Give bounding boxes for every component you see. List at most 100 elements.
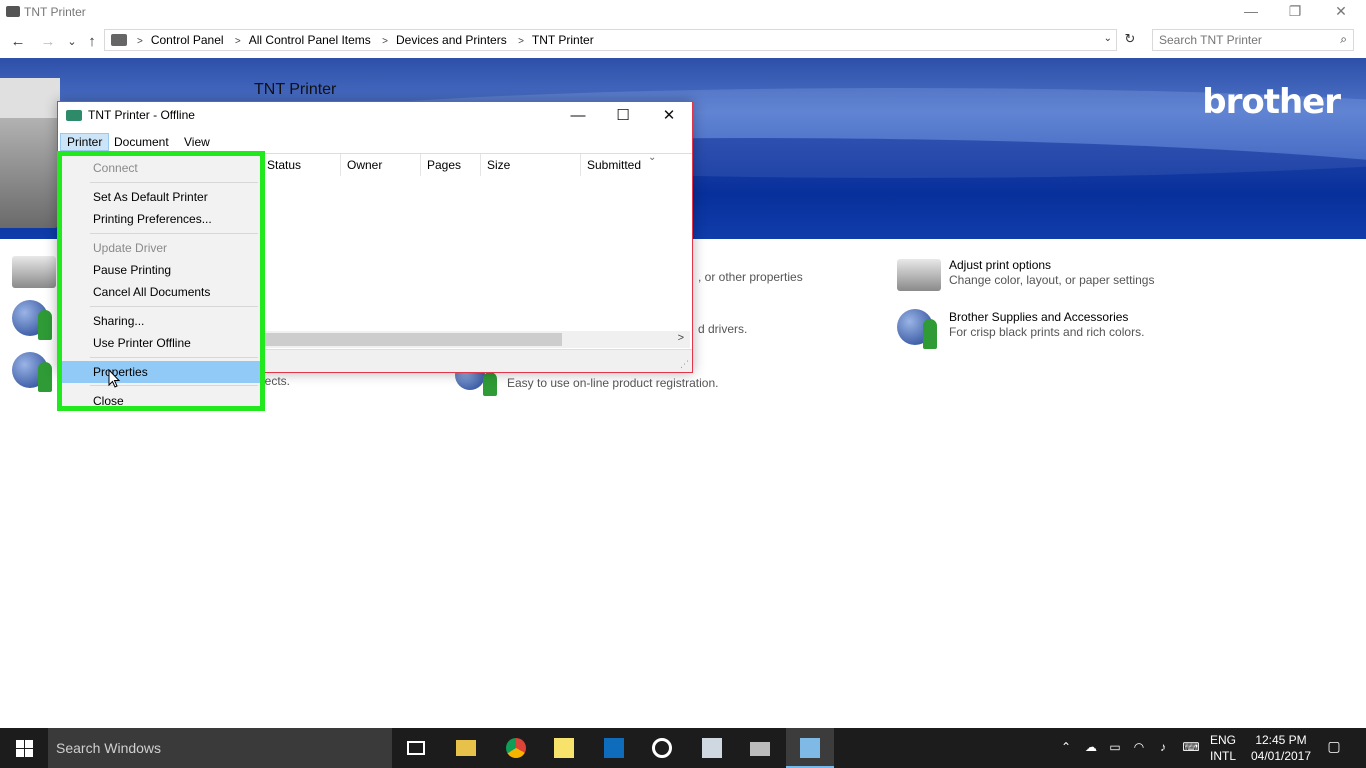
mouse-cursor-icon (108, 369, 121, 388)
task-view-button[interactable] (392, 728, 440, 768)
taskbar-search-placeholder: Search Windows (56, 740, 162, 756)
chrome-button[interactable] (492, 728, 540, 768)
task-description: Change color, layout, or paper settings (949, 273, 1155, 287)
wifi-icon[interactable]: ◠ (1131, 740, 1147, 756)
taskbar-search[interactable]: Search Windows (48, 728, 392, 768)
printer-menu-dropdown: Connect Set As Default Printer Printing … (57, 151, 265, 411)
address-row: ← → ⌄ ↑ > Control Panel > All Control Pane… (0, 27, 1366, 57)
task-view-icon (407, 741, 425, 755)
printer-image (0, 78, 60, 228)
menu-printer[interactable]: Printer (60, 133, 110, 151)
chrome-icon (506, 738, 526, 758)
breadcrumb-tnt-printer[interactable]: TNT Printer (532, 33, 594, 47)
queue-close-button[interactable]: ✕ (646, 104, 692, 128)
scroll-right-icon[interactable]: > (678, 332, 684, 344)
task-name[interactable]: Brother Supplies and Accessories (949, 310, 1128, 324)
column-separator (420, 154, 421, 176)
control-panel-icon (702, 738, 722, 758)
breadcrumb: > Control Panel > All Control Panel Items … (133, 33, 598, 47)
menu-item-use-offline[interactable]: Use Printer Offline (62, 332, 260, 354)
task-name[interactable]: Adjust print options (949, 258, 1051, 272)
queue-minimize-button[interactable]: — (555, 104, 601, 128)
windows-logo-icon (16, 749, 24, 757)
task-desc-partial: jects. (262, 374, 291, 388)
clock[interactable]: 12:45 PM 04/01/2017 (1250, 732, 1312, 764)
menu-view[interactable]: View (178, 133, 216, 151)
control-panel-button[interactable] (688, 728, 736, 768)
windows-logo-icon (16, 740, 24, 748)
search-input[interactable] (1153, 30, 1323, 50)
search-box[interactable]: ⌕ (1152, 29, 1354, 51)
control-panel-icon (111, 34, 127, 46)
queue-menubar: Printer Document View (58, 132, 692, 152)
refresh-icon[interactable]: ↻ (1120, 31, 1140, 51)
notifications-icon[interactable]: ▢ (1320, 738, 1348, 760)
printer-icon (66, 110, 82, 121)
outlook-button[interactable] (590, 728, 638, 768)
queue-maximize-button[interactable]: ☐ (600, 104, 646, 128)
person-icon (38, 362, 52, 392)
person-icon (483, 372, 497, 396)
breadcrumb-all-items[interactable]: All Control Panel Items (249, 33, 371, 47)
person-icon (923, 319, 937, 349)
sticky-notes-icon (554, 738, 574, 758)
column-separator (580, 154, 581, 176)
keyboard-icon[interactable]: ⌨ (1180, 740, 1202, 756)
chevron-right-icon: > (137, 36, 143, 47)
breadcrumb-control-panel[interactable]: Control Panel (151, 33, 224, 47)
input-language[interactable]: ENG INTL (1210, 732, 1236, 764)
clock-time: 12:45 PM (1255, 733, 1307, 747)
recent-locations-button[interactable]: ⌄ (62, 32, 82, 52)
task-brother-supplies[interactable]: Brother Supplies and Accessories For cri… (897, 307, 1217, 349)
task-adjust-print-options[interactable]: Adjust print options Change color, layou… (897, 255, 1217, 295)
back-button[interactable]: ← (8, 32, 28, 52)
lang-code: ENG (1210, 733, 1237, 747)
menu-item-set-default[interactable]: Set As Default Printer (62, 186, 260, 208)
column-owner[interactable]: Owner (347, 158, 382, 172)
devices-printers-taskbar-button[interactable] (786, 728, 834, 768)
printer-taskbar-button[interactable] (736, 728, 784, 768)
menu-item-pause-printing[interactable]: Pause Printing (62, 259, 260, 281)
lang-layout: INTL (1210, 749, 1237, 763)
menu-document[interactable]: Document (108, 133, 175, 151)
address-bar[interactable]: > Control Panel > All Control Panel Items … (104, 29, 1117, 51)
onedrive-icon[interactable]: ☁ (1083, 740, 1099, 756)
column-submitted[interactable]: Submitted (587, 158, 641, 172)
brother-logo: brother (1202, 82, 1341, 122)
show-hidden-icons-icon[interactable]: ⌃ (1058, 740, 1074, 756)
minimize-button[interactable]: — (1228, 0, 1274, 24)
breadcrumb-devices-printers[interactable]: Devices and Printers (396, 33, 507, 47)
column-status[interactable]: Status (267, 158, 301, 172)
windows-logo-icon (25, 749, 33, 757)
groove-button[interactable] (638, 728, 686, 768)
chevron-down-icon[interactable]: ⌄ (1104, 33, 1112, 44)
menu-item-close[interactable]: Close (62, 390, 260, 412)
queue-title: TNT Printer - Offline (88, 108, 195, 122)
close-button[interactable]: ✕ (1318, 0, 1364, 24)
menu-item-properties[interactable]: Properties (62, 361, 260, 383)
banner-title: TNT Printer (254, 81, 337, 98)
volume-icon[interactable]: ♪ (1155, 740, 1171, 756)
outlook-icon (604, 738, 624, 758)
up-button[interactable]: ↑ (82, 32, 102, 52)
forward-button[interactable]: → (38, 32, 58, 52)
column-pages[interactable]: Pages (427, 158, 461, 172)
file-explorer-button[interactable] (442, 728, 490, 768)
menu-item-connect[interactable]: Connect (62, 157, 260, 179)
search-icon[interactable]: ⌕ (1340, 32, 1347, 47)
column-separator (340, 154, 341, 176)
windows-logo-icon (25, 740, 33, 748)
restore-button[interactable]: ❐ (1272, 0, 1318, 24)
menu-item-update-driver[interactable]: Update Driver (62, 237, 260, 259)
battery-icon[interactable]: ▭ (1107, 740, 1123, 756)
menu-item-printing-preferences[interactable]: Printing Preferences... (62, 208, 260, 230)
resize-grip-icon[interactable]: ⋰ (680, 359, 689, 370)
sticky-notes-button[interactable] (540, 728, 588, 768)
task-desc-partial: d drivers. (698, 322, 748, 336)
menu-item-cancel-all[interactable]: Cancel All Documents (62, 281, 260, 303)
column-size[interactable]: Size (487, 158, 510, 172)
sort-chevron-icon: ⌄ (648, 152, 657, 163)
start-button[interactable] (0, 728, 48, 768)
printer-settings-icon (897, 259, 941, 291)
menu-item-sharing[interactable]: Sharing... (62, 310, 260, 332)
